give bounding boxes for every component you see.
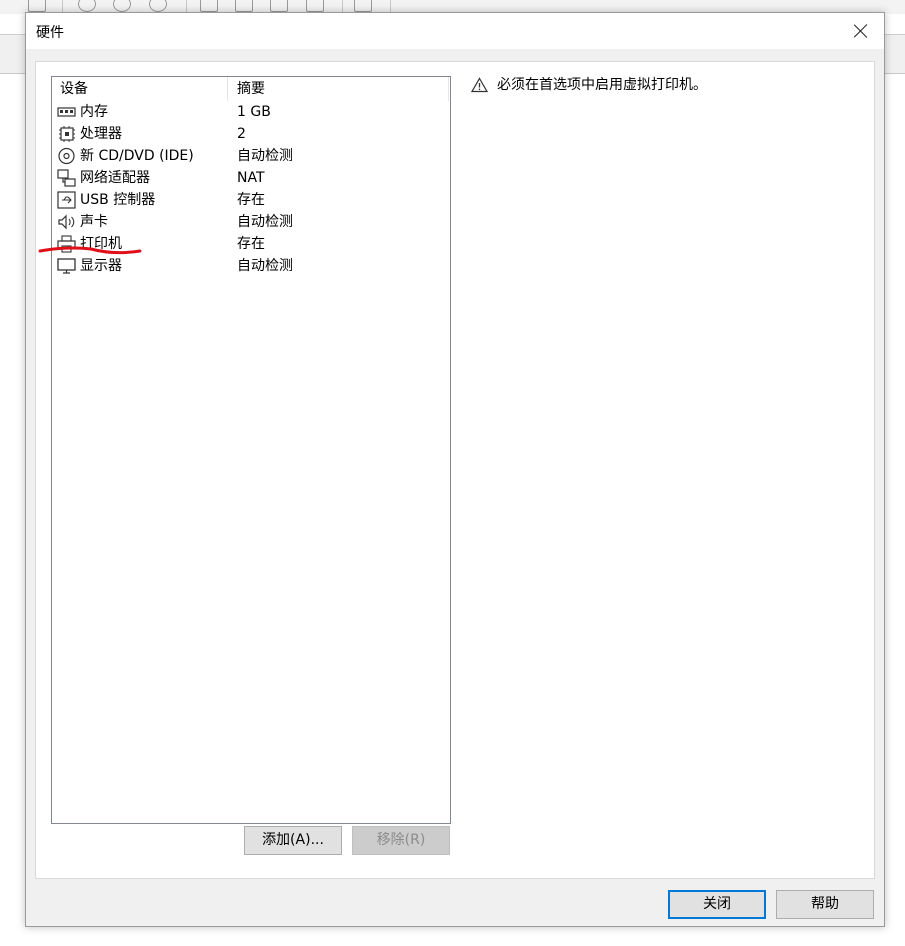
dialog-titlebar: 硬件 [26, 13, 884, 49]
toolbar-separator [390, 0, 391, 12]
warning-icon [471, 77, 488, 93]
clock-icon [113, 0, 131, 12]
device-row-cd-dvd[interactable]: 新 CD/DVD (IDE) 自动检测 [52, 145, 450, 167]
help-button[interactable]: 帮助 [776, 890, 874, 919]
usb-icon [57, 191, 76, 209]
device-summary: 存在 [237, 236, 265, 252]
device-summary: 自动检测 [237, 258, 293, 274]
column-header-summary[interactable]: 摘要 [229, 77, 449, 101]
display-icon [57, 258, 76, 274]
warning-text: 必须在首选项中启用虚拟打印机。 [497, 77, 707, 93]
close-icon[interactable] [852, 22, 870, 40]
device-summary: 2 [237, 126, 246, 142]
device-summary: NAT [237, 170, 265, 186]
printer-icon [57, 235, 76, 253]
device-rows: 内存 1 GB 处理器 2 新 CD/DVD (IDE) 自动检测 网络适配器 … [52, 101, 450, 277]
toolbar-separator [186, 0, 187, 12]
device-summary: 自动检测 [237, 148, 293, 164]
view-icon [200, 0, 218, 12]
device-name: 打印机 [80, 236, 122, 252]
device-row-printer[interactable]: 打印机 存在 [52, 233, 450, 255]
device-name: 处理器 [80, 126, 122, 142]
device-row-memory[interactable]: 内存 1 GB [52, 101, 450, 123]
close-button[interactable]: 关闭 [668, 890, 766, 919]
toolbar-icon [28, 0, 46, 12]
add-button[interactable]: 添加(A)... [244, 826, 342, 855]
device-name: 网络适配器 [80, 170, 150, 186]
dialog-content: 设备 摘要 内存 1 GB 处理器 2 新 CD/DVD (IDE) 自动检测 … [35, 61, 875, 879]
hardware-dialog: 硬件 设备 摘要 内存 1 GB 处理器 2 新 CD/DVD (IDE) 自动… [25, 12, 885, 927]
device-name: 声卡 [80, 214, 108, 230]
sound-card-icon [58, 214, 75, 230]
memory-icon [57, 107, 76, 117]
device-row-sound-card[interactable]: 声卡 自动检测 [52, 211, 450, 233]
device-row-network-adapter[interactable]: 网络适配器 NAT [52, 167, 450, 189]
device-name: 显示器 [80, 258, 122, 274]
remove-button[interactable]: 移除(R) [352, 826, 450, 855]
device-name: USB 控制器 [80, 192, 156, 208]
clock-icon [78, 0, 96, 12]
device-summary: 1 GB [237, 104, 271, 120]
view-icon [270, 0, 288, 12]
cd-dvd-icon [58, 147, 75, 165]
device-summary: 存在 [237, 192, 265, 208]
toolbar-separator [342, 0, 343, 12]
network-adapter-icon [57, 169, 76, 187]
processor-icon [59, 126, 75, 142]
device-name: 内存 [80, 104, 108, 120]
device-row-usb-controller[interactable]: USB 控制器 存在 [52, 189, 450, 211]
device-row-display[interactable]: 显示器 自动检测 [52, 255, 450, 277]
column-header-device[interactable]: 设备 [52, 77, 228, 101]
device-name: 新 CD/DVD (IDE) [80, 148, 194, 164]
clock-icon [149, 0, 167, 12]
toolbar-separator [62, 0, 63, 12]
view-icon [235, 0, 253, 12]
device-summary: 自动检测 [237, 214, 293, 230]
device-list: 设备 摘要 内存 1 GB 处理器 2 新 CD/DVD (IDE) 自动检测 … [51, 76, 451, 824]
console-icon [354, 0, 372, 12]
view-icon [306, 0, 324, 12]
device-row-processor[interactable]: 处理器 2 [52, 123, 450, 145]
dialog-title: 硬件 [36, 25, 64, 41]
